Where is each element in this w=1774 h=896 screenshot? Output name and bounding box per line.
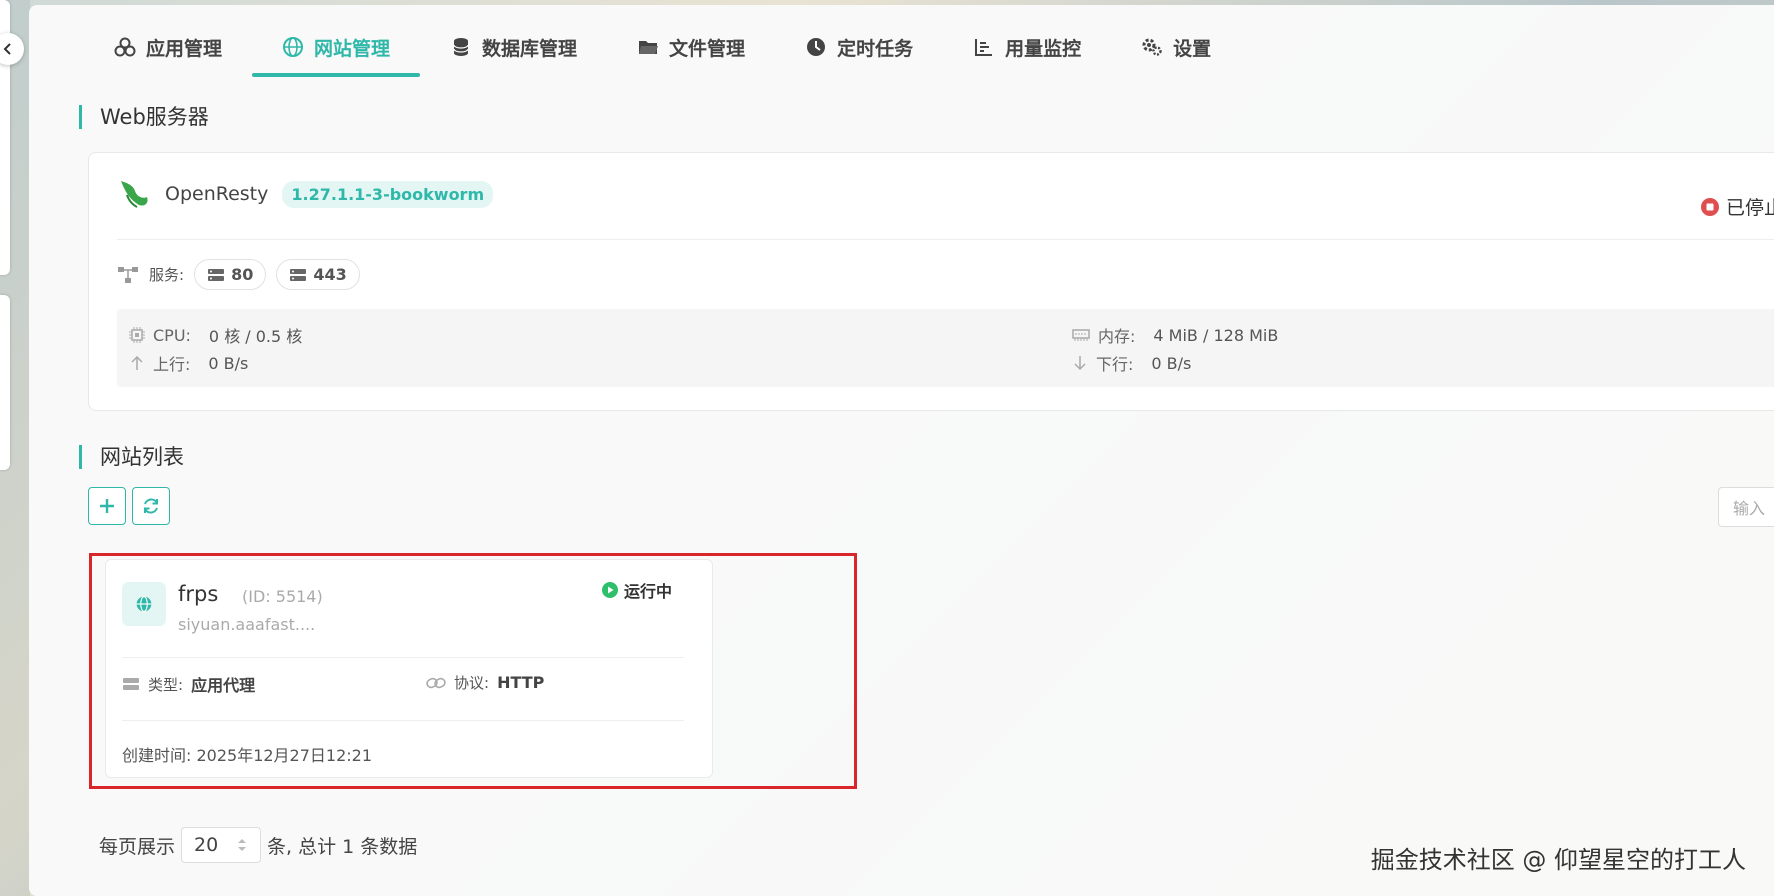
refresh-button[interactable] [132,487,170,525]
services-row: 服务: 80 443 [117,259,360,290]
folder-icon [639,41,659,54]
port-label: 80 [231,265,254,284]
side-edge-tab [0,295,10,470]
cpu-stat: CPU: 0 核 / 0.5 核 [129,323,302,347]
port-label: 443 [313,265,347,284]
tab-database[interactable]: 数据库管理 [420,17,607,77]
globe-icon [283,37,304,57]
server-status-text: 已停止 [1725,197,1774,219]
pagination: 每页展示 20 条, 总计 1 条数据 [99,827,417,863]
port-80-pill[interactable]: 80 [194,259,267,290]
site-search-input[interactable]: 输入 [1718,487,1774,527]
cpu-label: CPU: [153,325,191,345]
watermark: 掘金技术社区 @ 仰望星空的打工人 [1370,846,1746,874]
server-status: 已停止 [1700,193,1774,220]
stop-circle-icon [1700,197,1719,216]
server-name: OpenResty [165,183,269,205]
clock-icon [807,38,826,56]
tab-label: 设置 [1173,37,1212,60]
tab-label: 数据库管理 [482,37,578,60]
download-stat: 下行: 0 B/s [1072,351,1191,375]
resource-stats: CPU: 0 核 / 0.5 核 上行: 0 B/s 内存: 4 MiB / 1… [117,309,1774,387]
arrow-up-icon [131,355,143,370]
apps-icon [114,37,136,57]
memory-stat: 内存: 4 MiB / 128 MiB [1072,323,1278,347]
chevron-left-icon [3,43,11,55]
tab-label: 应用管理 [146,37,223,60]
tab-label: 定时任务 [837,37,914,60]
chart-icon [975,39,993,56]
web-server-section-title: Web服务器 [79,105,209,129]
web-server-card: OpenResty 1.27.1.1-3-bookworm 已停止 服务: 80… [88,152,1774,411]
tab-settings[interactable]: 设置 [1111,17,1241,77]
tab-cron[interactable]: 定时任务 [775,17,943,77]
upload-label: 上行: [153,355,191,374]
database-icon [453,38,469,56]
sort-updown-icon [238,839,247,851]
tab-label: 用量监控 [1005,37,1082,60]
services-label: 服务: [149,266,185,284]
arrow-down-icon [1074,356,1086,371]
gears-icon [1142,38,1162,56]
network-icon [118,266,138,283]
highlight-box [89,553,857,789]
site-toolbar [88,487,170,525]
server-header: OpenResty 1.27.1.1-3-bookworm [117,177,494,211]
search-placeholder: 输入 [1733,499,1766,518]
openresty-logo-icon [121,181,148,208]
tab-label: 网站管理 [314,37,391,60]
upload-stat: 上行: 0 B/s [129,351,248,375]
download-value: 0 B/s [1151,353,1192,373]
cpu-value: 0 核 / 0.5 核 [208,327,303,346]
add-site-button[interactable] [88,487,126,525]
server-icon [290,268,307,281]
tab-websites[interactable]: 网站管理 [252,17,421,77]
pager-prefix: 每页展示 [99,835,176,858]
memory-label: 内存: [1098,327,1136,346]
memory-icon [1072,329,1090,341]
top-tabs: 应用管理 网站管理 数据库管理 文件管理 定时任务 用量监控 设置 [84,17,1241,77]
refresh-icon [144,498,158,514]
tab-files[interactable]: 文件管理 [607,17,775,77]
plus-icon [100,499,114,513]
memory-value: 4 MiB / 128 MiB [1153,325,1279,345]
tab-monitor[interactable]: 用量监控 [943,17,1111,77]
site-list-section-title: 网站列表 [79,445,184,469]
port-443-pill[interactable]: 443 [276,259,360,290]
page-size-value: 20 [194,834,219,856]
version-tag: 1.27.1.1-3-bookworm [282,180,494,208]
server-icon [208,268,225,281]
pager-suffix: 条, 总计 1 条数据 [267,835,418,858]
cpu-icon [129,327,145,343]
divider [117,239,1774,240]
download-label: 下行: [1096,355,1134,374]
tab-apps[interactable]: 应用管理 [84,17,252,77]
tab-label: 文件管理 [669,37,746,60]
upload-value: 0 B/s [208,353,249,373]
page-size-select[interactable]: 20 [181,827,262,863]
